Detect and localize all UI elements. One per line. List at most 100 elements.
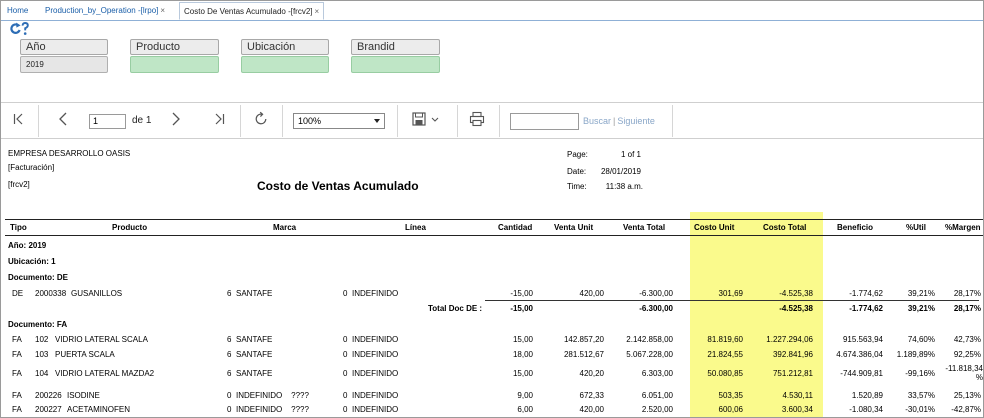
col-header-beneficio: Beneficio <box>837 223 874 232</box>
report-title: Costo de Ventas Acumulado <box>257 179 419 193</box>
cell-margen: 28,17% <box>953 289 981 298</box>
cell-costo-total: -4.525,38 <box>779 289 813 298</box>
col-header-util: %Util <box>906 223 926 232</box>
next-page-icon[interactable] <box>168 111 184 127</box>
prev-page-icon[interactable] <box>55 111 71 127</box>
param-brand-field[interactable] <box>351 56 440 73</box>
cell-tipo: FA <box>12 405 22 414</box>
reload-icon[interactable] <box>253 111 269 127</box>
date-meta-label: Date: <box>567 167 587 176</box>
parameter-panel: Año 2019 Producto Ubicación Brandid <box>1 21 983 103</box>
cell-line-id: 0 <box>343 350 348 359</box>
total-cantidad: -15,00 <box>510 304 533 313</box>
tab-label: Production_by_Operation -[lrpo] <box>45 6 159 15</box>
param-label-year: Año <box>20 39 108 55</box>
save-icon[interactable] <box>411 111 441 127</box>
zoom-select[interactable]: 100% <box>293 113 385 129</box>
param-label-product: Producto <box>130 39 219 55</box>
tab-production-by-operation[interactable]: Production_by_Operation -[lrpo] × <box>41 2 169 20</box>
last-page-icon[interactable] <box>211 111 227 127</box>
cell-costo-unit: 81.819,60 <box>707 335 743 344</box>
table-row: FA 102 VIDRIO LATERAL SCALA 6 SANTAFE 0 … <box>1 335 983 349</box>
cell-margen: 42,73% <box>953 335 981 344</box>
header-rule-top <box>5 219 983 220</box>
page-meta-label: Page: <box>567 150 588 159</box>
cell-margen: 25,13% <box>953 391 981 400</box>
group-location: Ubicación: 1 <box>8 257 56 266</box>
cell-tipo: FA <box>12 350 22 359</box>
time-meta-value: 11:38 a.m. <box>605 182 643 191</box>
param-location-field[interactable] <box>241 56 329 73</box>
cell-venta-total: 5.067.228,00 <box>626 350 673 359</box>
cell-line: INDEFINIDO <box>352 369 399 378</box>
search-divider: | <box>613 116 616 126</box>
total-margen: 28,17% <box>953 304 981 313</box>
close-icon[interactable]: × <box>315 7 320 16</box>
cell-product: PUERTA SCALA <box>55 350 115 359</box>
cell-code: 200227 <box>35 405 62 414</box>
cell-util: -30,01% <box>905 405 935 414</box>
cell-beneficio: 4.674.386,04 <box>836 350 883 359</box>
col-header-costo-total: Costo Total <box>763 223 807 232</box>
chevron-down-icon <box>374 119 380 123</box>
cell-code: 102 <box>35 335 49 344</box>
cell-cantidad: 15,00 <box>512 335 533 344</box>
col-header-tipo: Tipo <box>10 223 27 232</box>
search-input[interactable] <box>510 113 579 130</box>
cell-brand: SANTAFE <box>236 350 273 359</box>
total-costo-total: -4.525,38 <box>779 304 813 313</box>
cell-util: -99,16% <box>905 369 935 378</box>
tab-costo-de-ventas[interactable]: Costo De Ventas Acumulado -[frcv2] × <box>179 2 325 20</box>
company-name: EMPRESA DESARROLLO OASIS <box>8 149 131 158</box>
tab-home[interactable]: Home <box>3 2 32 20</box>
first-page-icon[interactable] <box>11 111 27 127</box>
cell-brand-id: 6 <box>227 289 232 298</box>
total-row: Total Doc DE : -15,00 -6.300,00 -4.525,3… <box>1 304 983 318</box>
cell-brand: INDEFINIDO ???? <box>236 405 309 414</box>
param-product-field[interactable] <box>130 56 219 73</box>
tab-label: Costo De Ventas Acumulado -[frcv2] <box>184 7 313 16</box>
page-number-input[interactable]: 1 <box>89 114 126 129</box>
cell-venta-total: 6.051,00 <box>641 391 673 400</box>
cell-brand-id: 0 <box>227 391 232 400</box>
param-label-location: Ubicación <box>241 39 329 55</box>
total-util: 39,21% <box>907 304 935 313</box>
cell-brand-id: 0 <box>227 405 232 414</box>
param-year-field[interactable]: 2019 <box>20 56 108 73</box>
find-button[interactable]: Buscar <box>583 116 611 126</box>
cell-code: 200226 <box>35 391 62 400</box>
cell-costo-unit: 50.080,85 <box>707 369 743 378</box>
cell-brand: SANTAFE <box>236 289 273 298</box>
cell-cantidad: -15,00 <box>510 289 533 298</box>
print-icon[interactable] <box>469 111 485 127</box>
cell-cantidad: 15,00 <box>512 369 533 378</box>
cell-line-id: 0 <box>343 391 348 400</box>
total-venta-total: -6.300,00 <box>639 304 673 313</box>
col-header-venta-total: Venta Total <box>623 223 666 232</box>
cell-beneficio: 915.563,94 <box>842 335 883 344</box>
toolbar-divider <box>499 105 500 137</box>
cell-venta-total: 2.142.858,00 <box>626 335 673 344</box>
cell-costo-unit: 301,69 <box>718 289 743 298</box>
cell-costo-total: 1.227.294,06 <box>766 335 813 344</box>
cell-costo-unit: 600,06 <box>718 405 743 414</box>
find-next-button[interactable]: Siguiente <box>617 116 655 126</box>
cell-tipo: FA <box>12 335 22 344</box>
cell-venta-unit: 281.512,67 <box>563 350 604 359</box>
toolbar-divider <box>397 105 398 137</box>
col-header-costo-unit: Costo Unit <box>694 223 735 232</box>
cell-product: VIDRIO LATERAL MAZDA2 <box>55 369 155 378</box>
cell-cantidad: 6,00 <box>517 405 533 414</box>
col-header-venta-unit: Venta Unit <box>554 223 594 232</box>
cell-cantidad: 18,00 <box>512 350 533 359</box>
close-icon[interactable]: × <box>160 6 165 15</box>
cell-venta-unit: 142.857,20 <box>563 335 604 344</box>
cell-venta-unit: 420,00 <box>579 289 604 298</box>
refresh-help-icon[interactable] <box>9 22 31 36</box>
cell-costo-unit: 503,35 <box>718 391 743 400</box>
table-row: FA 200226 ISODINE 0 INDEFINIDO ???? 0 IN… <box>1 391 983 405</box>
cell-brand: INDEFINIDO ???? <box>236 391 309 400</box>
cell-tipo: FA <box>12 369 22 378</box>
cell-beneficio: -744.909,81 <box>840 369 883 378</box>
col-header-marca: Marca <box>273 223 297 232</box>
